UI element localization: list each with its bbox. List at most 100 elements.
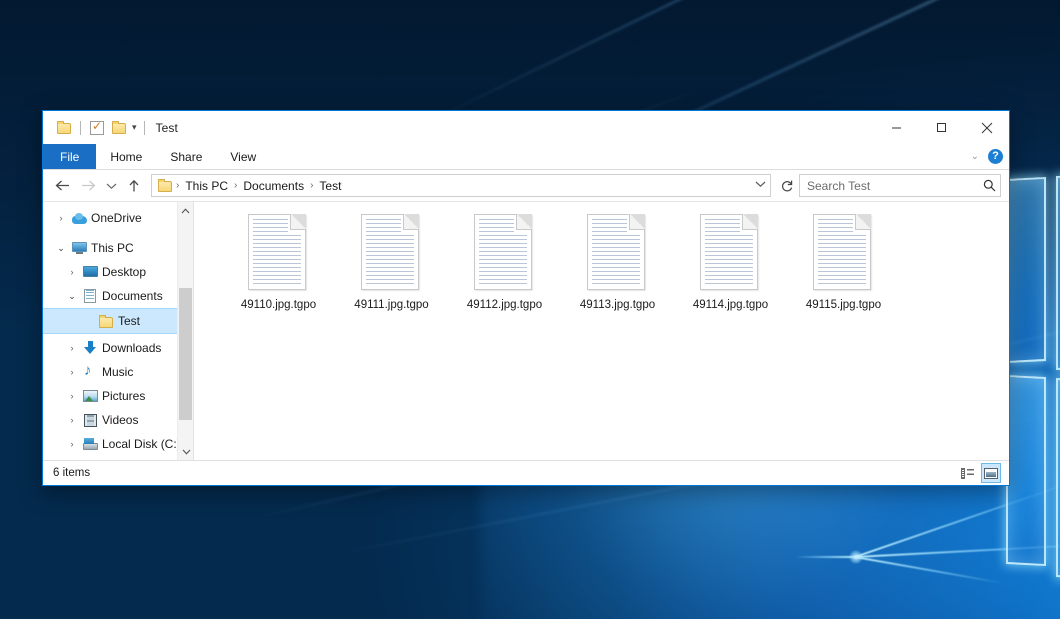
large-icons-view-button[interactable] [981,463,1001,483]
chevron-right-icon[interactable]: › [64,391,80,401]
sidebar-item-desktop[interactable]: › Desktop [43,260,193,284]
chevron-down-icon[interactable]: ⌄ [64,291,80,302]
sidebar-item-label: Videos [100,413,138,427]
qat-separator [144,121,145,135]
sidebar-item-music[interactable]: › ♪ Music [43,360,193,384]
details-view-button[interactable] [957,463,977,483]
up-button[interactable] [121,173,147,199]
breadcrumb-separator: › [307,180,316,191]
window-title: Test [156,121,178,135]
expand-ribbon-chevron-down-icon[interactable]: ⌄ [971,151,979,162]
file-item[interactable]: 49112.jpg.tgpo [448,214,561,332]
address-dropdown-chevron-down-icon[interactable] [750,180,770,191]
qat-folder-icon[interactable] [53,117,75,139]
wallpaper-ray [795,556,855,558]
back-button[interactable] [49,173,75,199]
folder-icon [96,315,116,328]
chevron-right-icon[interactable]: › [64,267,80,277]
navigation-tree: › OneDrive ⌄ This PC › Desktop ⌄ [43,202,193,456]
address-bar-row: › This PC › Documents › Test [43,170,1009,201]
sidebar-item-local-disk-c[interactable]: › Local Disk (C:) [43,432,193,456]
generic-file-icon [700,214,762,294]
generic-file-icon [248,214,310,294]
sidebar-item-label: This PC [89,241,134,255]
file-list-view[interactable]: 49110.jpg.tgpo 49111.jpg.tgpo 49112.jpg.… [194,202,1009,460]
sidebar-item-this-pc[interactable]: ⌄ This PC [43,236,193,260]
scrollbar-thumb[interactable] [179,288,192,420]
sidebar-item-onedrive[interactable]: › OneDrive [43,206,193,230]
file-name-label: 49115.jpg.tgpo [806,299,881,311]
tab-home[interactable]: Home [96,144,156,169]
qat-separator [80,121,81,135]
chevron-right-icon[interactable]: › [53,213,69,223]
forward-button[interactable] [75,173,101,199]
title-bar[interactable]: ▾ Test [43,111,1009,144]
chevron-right-icon[interactable]: › [64,415,80,425]
sidebar-item-label: OneDrive [89,211,142,225]
file-name-label: 49114.jpg.tgpo [693,299,768,311]
file-item[interactable]: 49114.jpg.tgpo [674,214,787,332]
file-name-label: 49112.jpg.tgpo [467,299,542,311]
file-item[interactable]: 49113.jpg.tgpo [561,214,674,332]
minimize-button[interactable] [874,111,919,144]
address-bar[interactable]: › This PC › Documents › Test [151,174,771,197]
breadcrumb-item-this-pc[interactable]: This PC [182,179,231,193]
file-name-label: 49110.jpg.tgpo [241,299,316,311]
file-explorer-window: ▾ Test File Home Share View ⌄ ? [42,110,1010,486]
refresh-button[interactable] [775,174,799,197]
generic-file-icon [474,214,536,294]
qat-new-folder-icon[interactable] [108,117,130,139]
sidebar-item-label: Local Disk (C:) [100,437,181,451]
recent-locations-chevron-down-icon[interactable] [101,173,121,199]
windows-logo-pane [1056,168,1060,370]
pictures-icon [80,390,100,402]
ribbon-tab-bar: File Home Share View ⌄ ? [43,144,1009,170]
window-controls [874,111,1009,144]
breadcrumb-folder-icon [158,179,173,192]
maximize-button[interactable] [919,111,964,144]
sidebar-item-documents[interactable]: ⌄ Documents [43,284,193,308]
generic-file-icon [813,214,875,294]
file-item[interactable]: 49110.jpg.tgpo [222,214,335,332]
breadcrumb-separator: › [231,180,240,191]
status-bar: 6 items [43,460,1009,485]
chevron-down-icon[interactable]: ⌄ [53,243,69,254]
search-icon[interactable] [978,179,1000,192]
music-icon: ♪ [80,365,100,379]
scroll-down-arrow-icon[interactable] [178,443,194,460]
breadcrumb-item-documents[interactable]: Documents [240,179,307,193]
chevron-right-icon[interactable]: › [64,367,80,377]
sidebar-item-label: Music [100,365,133,379]
sidebar-item-test[interactable]: Test [43,308,193,334]
onedrive-icon [69,213,89,224]
breadcrumb-separator: › [173,180,182,191]
chevron-right-icon[interactable]: › [64,343,80,353]
qat-customize-chevron-down-icon[interactable]: ▾ [130,122,139,133]
sidebar-item-pictures[interactable]: › Pictures [43,384,193,408]
help-icon[interactable]: ? [988,149,1003,164]
qat-properties-icon[interactable] [86,117,108,139]
scroll-up-arrow-icon[interactable] [178,202,193,219]
chevron-right-icon[interactable]: › [64,439,80,449]
navigation-pane-scrollbar[interactable] [177,202,193,460]
search-box[interactable] [799,174,1001,197]
breadcrumb-item-test[interactable]: Test [316,179,344,193]
file-item[interactable]: 49115.jpg.tgpo [787,214,900,332]
explorer-body: › OneDrive ⌄ This PC › Desktop ⌄ [43,201,1009,460]
sidebar-item-downloads[interactable]: › Downloads [43,336,193,360]
sidebar-item-label: Desktop [100,265,146,279]
sidebar-item-label: Pictures [100,389,145,403]
file-name-label: 49113.jpg.tgpo [580,299,655,311]
search-input[interactable] [800,179,978,193]
sidebar-item-videos[interactable]: › Videos [43,408,193,432]
sidebar-item-label: Test [116,314,140,328]
sidebar-item-label: Downloads [100,341,161,355]
file-name-label: 49111.jpg.tgpo [354,299,428,311]
tab-file[interactable]: File [43,144,96,169]
windows-logo-pane [1006,177,1046,363]
close-button[interactable] [964,111,1009,144]
tab-view[interactable]: View [216,144,270,169]
generic-file-icon [587,214,649,294]
tab-share[interactable]: Share [156,144,216,169]
file-item[interactable]: 49111.jpg.tgpo [335,214,448,332]
